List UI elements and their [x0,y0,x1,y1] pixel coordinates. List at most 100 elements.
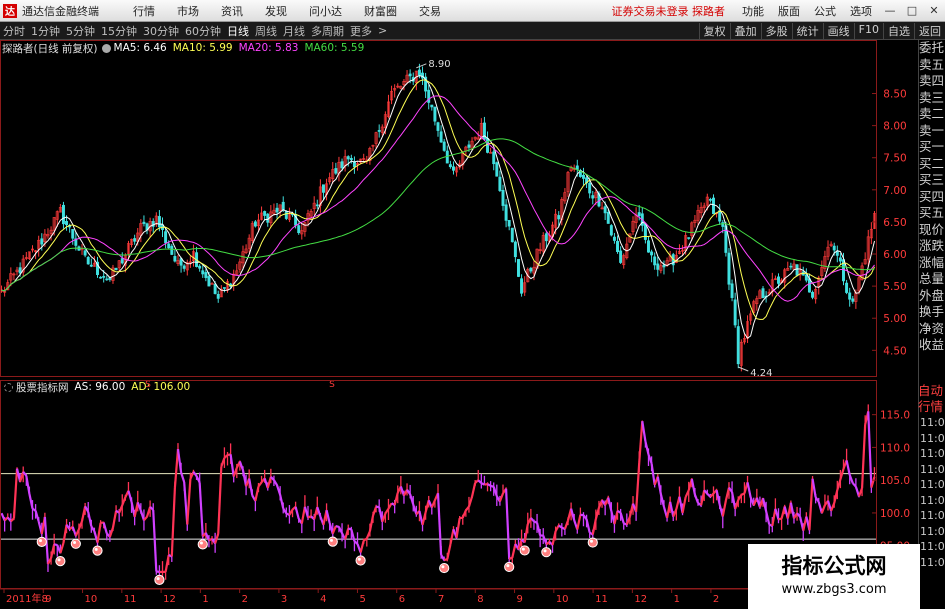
candle-body [653,256,657,266]
function-button[interactable]: 功能 [735,3,771,19]
candle-body [222,287,226,289]
candle-body [495,162,499,177]
tab-watchlist[interactable]: 自选 [883,22,914,39]
tab-draw[interactable]: 画线 [822,22,854,39]
low-annotation-leader [738,366,749,372]
indicator-segment [585,519,591,533]
tab-multi-stock[interactable]: 多股 [760,22,792,39]
indicator-segment [641,421,647,442]
maximize-icon[interactable]: □ [901,4,923,17]
period-tab-more[interactable]: 更多 [347,23,375,39]
buy-signal-highlight [199,541,203,545]
quote-field: 卖五 [919,56,945,72]
period-tab-1min[interactable]: 1分钟 [28,23,63,39]
login-status[interactable]: 证券交易未登录 探路者 [612,3,736,19]
quote-field: 涨跌 [919,238,945,253]
price-tick-label: 6.50 [883,217,906,229]
close-icon[interactable]: ✕ [923,4,945,17]
s-marker: S [145,380,151,390]
period-tab-timeshare[interactable]: 分时 [0,23,28,39]
indicator-segment [12,468,19,519]
buy-signal-highlight [589,539,593,543]
quote-field: 换手 [919,304,945,319]
formula-button[interactable]: 公式 [807,3,843,19]
candle-body [99,276,103,279]
candle-body [439,131,443,143]
period-tab-30min[interactable]: 30分钟 [140,23,182,39]
tab-adjust[interactable]: 复权 [698,22,730,39]
chevron-right-icon[interactable]: > [375,24,390,37]
tab-stats[interactable]: 统计 [791,22,823,39]
buy-signal [587,537,598,548]
candle-body [467,144,471,148]
candle-body [164,231,168,244]
indicator-segment [257,481,263,488]
menu-item-ask[interactable]: 问小达 [298,3,353,19]
candle-body [142,221,146,224]
tick-panel: 自动 行情 11:07 11:07 11:07 11:07 11:07 11:0… [918,383,945,570]
menu-item-trade[interactable]: 交易 [408,3,452,19]
x-tick-label: 7 [438,594,444,605]
candle-body [210,283,214,285]
period-tab-weekly[interactable]: 周线 [252,23,280,39]
period-tab-5min[interactable]: 5分钟 [63,23,98,39]
tick-panel-tab[interactable]: 行情 [918,399,945,415]
candle-body [520,278,524,294]
menu-item-news[interactable]: 资讯 [210,3,254,19]
candle-body [616,241,620,252]
period-tab-60min[interactable]: 60分钟 [182,23,224,39]
candle-body [650,251,654,256]
quote-field: 卖二 [919,106,945,121]
period-tab-monthly[interactable]: 月线 [280,23,308,39]
menu-item-quotes[interactable]: 行情 [122,3,166,19]
app-logo-icon: 达 [3,3,17,18]
candle-body [275,207,279,213]
candle-body [582,174,585,179]
x-tick-label: 9 [45,594,51,605]
candle-body [167,243,171,249]
x-tick-label: 8 [477,594,483,605]
candle-body [340,161,344,169]
x-tick-label: 12 [163,594,176,605]
x-tick-label: 1 [202,594,208,605]
candle-body [442,141,446,151]
candle-body [517,259,520,277]
options-button[interactable]: 选项 [843,3,879,19]
buy-signal-highlight [357,557,361,561]
candle-body [510,227,514,243]
tick-time: 11:07 [920,462,945,476]
tab-f10[interactable]: F10 [853,22,883,39]
layout-button[interactable]: 版面 [771,3,807,19]
menu-item-discover[interactable]: 发现 [254,3,298,19]
chart-canvas[interactable]: 8.90 4.24 S S 8.50 8.00 7.50 7.00 6.50 6.00 5.50 5… [0,40,918,609]
buy-signal-highlight [94,547,98,551]
candle-body [408,73,412,77]
candle-body [216,293,220,299]
tab-back[interactable]: 返回 [914,22,945,39]
watermark: 指标公式网 www.zbgs3.com [748,544,920,609]
tick-time: 11:07 [920,416,945,429]
watermark-url: www.zbgs3.com [781,582,887,597]
period-tab-15min[interactable]: 15分钟 [98,23,140,39]
candle-body [513,241,517,258]
candle-body [201,270,205,275]
candle-body [430,104,434,108]
buy-signal-highlight [57,558,61,562]
buy-signal-highlight [38,539,42,543]
period-tab-daily[interactable]: 日线 [224,23,252,39]
quote-field: 卖四 [919,73,945,88]
tick-panel-tab[interactable]: 自动 [918,383,945,399]
price-tick-label: 8.50 [883,89,906,101]
period-tab-multi[interactable]: 多周期 [308,23,347,39]
watermark-title: 指标公式网 [781,554,887,578]
candle-body [761,288,765,299]
quote-field: 净资 [919,320,945,336]
indicator-segment [845,460,851,476]
candle-body [297,225,301,234]
candle-body [102,275,106,278]
menu-item-wealth[interactable]: 财富圈 [353,3,408,19]
tab-overlay[interactable]: 叠加 [729,22,761,39]
minimize-icon[interactable]: — [879,4,901,17]
x-tick-label: 10 [556,594,569,605]
menu-item-market[interactable]: 市场 [166,3,210,19]
